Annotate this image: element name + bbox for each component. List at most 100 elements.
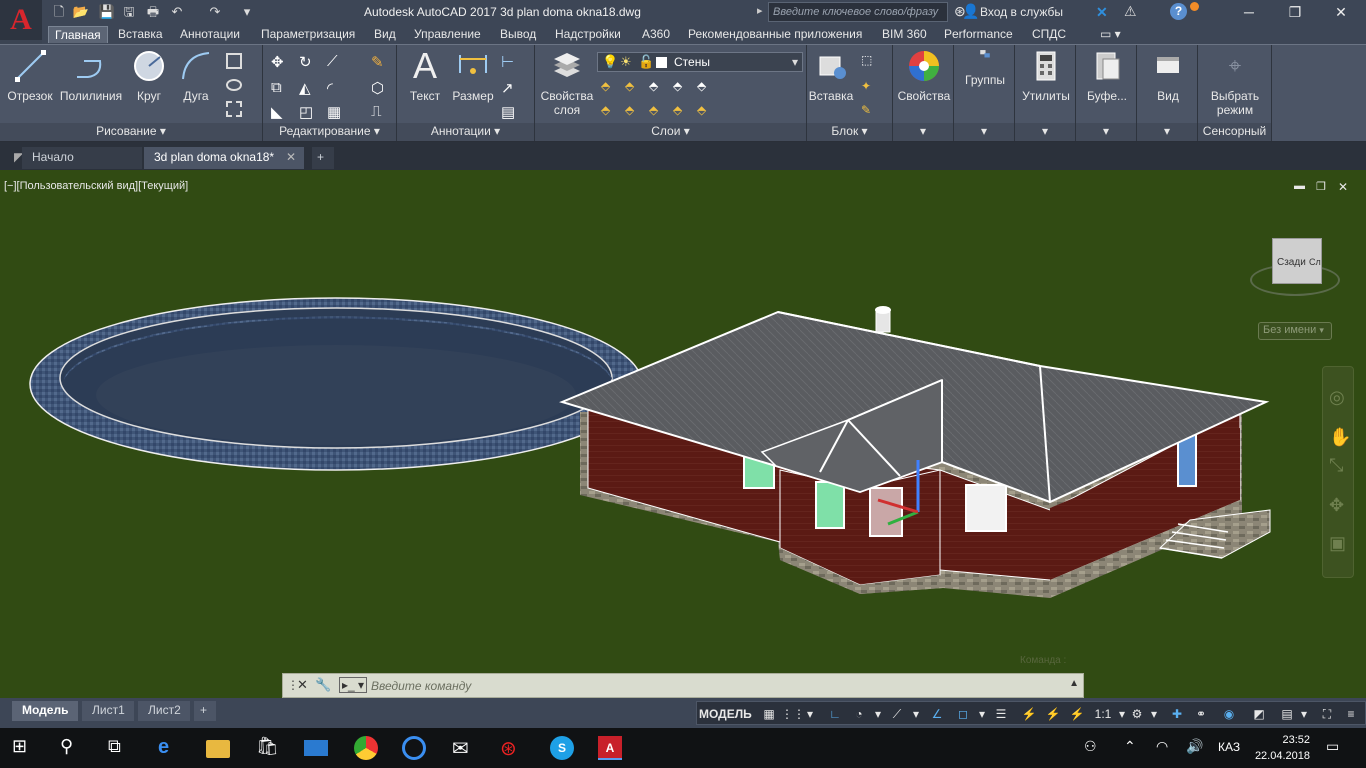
- customization-icon[interactable]: ≡: [1341, 705, 1361, 723]
- viewport-controls-label[interactable]: [−][Пользовательский вид][Текущий]: [4, 180, 188, 192]
- recent-commands-icon[interactable]: ▸_ ▾: [339, 677, 368, 693]
- isolate-objects-icon[interactable]: ◩: [1249, 705, 1269, 723]
- circle-button[interactable]: Круг: [128, 49, 170, 103]
- search-expand-icon[interactable]: ▸: [757, 4, 763, 17]
- exchange-icon[interactable]: ✕: [1096, 4, 1108, 21]
- groups-expand-icon[interactable]: ▾: [954, 123, 1014, 141]
- properties-expand-icon[interactable]: ▾: [893, 123, 953, 141]
- tab-insert[interactable]: Вставка: [112, 26, 169, 42]
- hardware-acceleration-icon[interactable]: ▤: [1277, 705, 1297, 723]
- store-icon[interactable]: 🛍: [256, 736, 280, 760]
- chrome-icon[interactable]: [354, 736, 378, 760]
- edit-attributes-icon[interactable]: ✎: [861, 103, 877, 119]
- array-icon[interactable]: ▦: [327, 103, 343, 121]
- edit-block-icon[interactable]: ✦: [861, 79, 877, 95]
- viewport-minimize-icon[interactable]: ▬: [1294, 180, 1305, 192]
- layer-thaw-icon[interactable]: ⬘: [625, 103, 641, 119]
- layer-properties-button[interactable]: Свойства слоя: [539, 49, 595, 117]
- quick-properties-icon[interactable]: ◉: [1219, 705, 1239, 723]
- lenovo-icon[interactable]: [304, 740, 328, 756]
- orbit-icon[interactable]: ✥: [1329, 495, 1344, 516]
- save-as-icon[interactable]: 🖫: [120, 3, 138, 21]
- viewport-close-icon[interactable]: ✕: [1338, 180, 1348, 194]
- select-mode-button[interactable]: ⌖ Выбрать режим: [1200, 49, 1270, 117]
- showmotion-icon[interactable]: ▣: [1329, 533, 1346, 554]
- tab-addins[interactable]: Надстройки: [549, 26, 627, 42]
- isodraft-menu-icon[interactable]: ▾: [909, 705, 923, 723]
- layer-lock-icon[interactable]: ⬘: [673, 79, 689, 95]
- layer-dropdown[interactable]: 💡 ☀ 🔓 Стены ▾: [597, 52, 803, 72]
- minimize-button[interactable]: ─: [1226, 2, 1272, 24]
- text-button[interactable]: A Текст: [405, 48, 445, 104]
- sign-in-link[interactable]: Вход в службы: [980, 5, 1063, 19]
- pan-icon[interactable]: ✋: [1329, 427, 1351, 448]
- units-icon[interactable]: ⚭: [1191, 705, 1211, 723]
- utilities-button[interactable]: Утилиты: [1017, 49, 1075, 103]
- ortho-icon[interactable]: ∟: [825, 705, 845, 723]
- tab-parametric[interactable]: Параметризация: [255, 26, 361, 42]
- redo-icon[interactable]: ↷: [206, 3, 224, 21]
- fillet-icon[interactable]: ◜: [327, 79, 343, 97]
- save-icon[interactable]: 💾: [98, 3, 116, 21]
- grid-icon[interactable]: ▦: [759, 705, 779, 723]
- lineweight-icon[interactable]: ☰: [991, 705, 1011, 723]
- rectangle-icon[interactable]: [226, 53, 242, 69]
- tab-view[interactable]: Вид: [368, 26, 402, 42]
- workspace-gear-icon[interactable]: ⚙: [1127, 705, 1147, 723]
- a360-icon[interactable]: ⚠: [1124, 3, 1137, 20]
- new-tab-button[interactable]: +: [312, 147, 334, 169]
- groups-button[interactable]: Группы: [956, 49, 1014, 87]
- trim-icon[interactable]: ⟋: [327, 53, 343, 70]
- linear-dim-icon[interactable]: ⊢: [501, 53, 517, 71]
- stretch-icon[interactable]: ◣: [271, 103, 287, 121]
- close-button[interactable]: ✕: [1318, 2, 1364, 24]
- hardware-menu-icon[interactable]: ▾: [1297, 705, 1311, 723]
- tab-featured-apps[interactable]: Рекомендованные приложения: [682, 26, 868, 42]
- annotation-panel-title[interactable]: Аннотации ▾: [397, 123, 534, 141]
- tab-manage[interactable]: Управление: [408, 26, 487, 42]
- tab-output[interactable]: Вывод: [494, 26, 542, 42]
- line-button[interactable]: Отрезок: [6, 49, 54, 103]
- task-view-icon[interactable]: ⧉: [108, 736, 132, 760]
- layer-freeze-icon[interactable]: ⬘: [649, 79, 665, 95]
- autocad-taskbar-icon[interactable]: A: [598, 736, 622, 760]
- layer-on-icon[interactable]: ⬘: [601, 103, 617, 119]
- file-explorer-icon[interactable]: [206, 740, 230, 758]
- steering-wheel-icon[interactable]: ◎: [1329, 387, 1345, 408]
- auto-scale-icon[interactable]: ⚡: [1043, 705, 1063, 723]
- copy-icon[interactable]: ⧉: [271, 79, 287, 96]
- viewport-restore-icon[interactable]: ❐: [1316, 180, 1326, 193]
- print-icon[interactable]: 🖶: [144, 3, 162, 21]
- open-icon[interactable]: 📂: [72, 3, 90, 21]
- close-tab-icon[interactable]: ✕: [286, 147, 296, 168]
- antivirus-icon[interactable]: ⊛: [500, 736, 524, 760]
- clipboard-expand-icon[interactable]: ▾: [1076, 123, 1136, 141]
- mail-icon[interactable]: ✉: [452, 736, 476, 760]
- search-input[interactable]: Введите ключевое слово/фразу: [768, 2, 948, 22]
- new-icon[interactable]: 🗋: [50, 3, 68, 21]
- leader-icon[interactable]: ↗: [501, 79, 517, 97]
- command-line[interactable]: ⋮ ✕ 🔧 ▸_ ▾ Введите команду ▲: [282, 673, 1084, 698]
- tab-layout1[interactable]: Лист1: [82, 701, 134, 721]
- command-close-icon[interactable]: ✕: [297, 677, 308, 693]
- tab-home[interactable]: Главная: [48, 26, 108, 43]
- explode-icon[interactable]: ⬡: [371, 79, 387, 97]
- create-block-icon[interactable]: ⬚: [861, 53, 877, 69]
- layer-change-icon[interactable]: ⬘: [673, 103, 689, 119]
- clipboard-button[interactable]: Буфе...: [1078, 49, 1136, 103]
- volume-icon[interactable]: 🔊: [1186, 738, 1203, 755]
- mirror-icon[interactable]: ◭: [299, 79, 315, 97]
- tray-chevron-icon[interactable]: ⌃: [1124, 738, 1136, 755]
- quick-access-menu-icon[interactable]: ▾: [238, 3, 256, 21]
- user-icon[interactable]: 👤: [962, 3, 979, 20]
- annotation-monitor-icon[interactable]: ✚: [1167, 705, 1187, 723]
- table-icon[interactable]: ▤: [501, 103, 517, 121]
- utilities-expand-icon[interactable]: ▾: [1015, 123, 1075, 141]
- tab-performance[interactable]: Performance: [938, 26, 1019, 42]
- tab-current-drawing[interactable]: 3d plan doma okna18* ✕: [144, 147, 304, 169]
- polyline-button[interactable]: Полилиния: [56, 49, 126, 103]
- wifi-icon[interactable]: ◠: [1156, 738, 1168, 755]
- ucs-dropdown[interactable]: Без имени ▾: [1258, 322, 1332, 340]
- layer-off-icon[interactable]: ⬘: [601, 79, 617, 95]
- windows-start-icon[interactable]: ⊞: [12, 736, 36, 760]
